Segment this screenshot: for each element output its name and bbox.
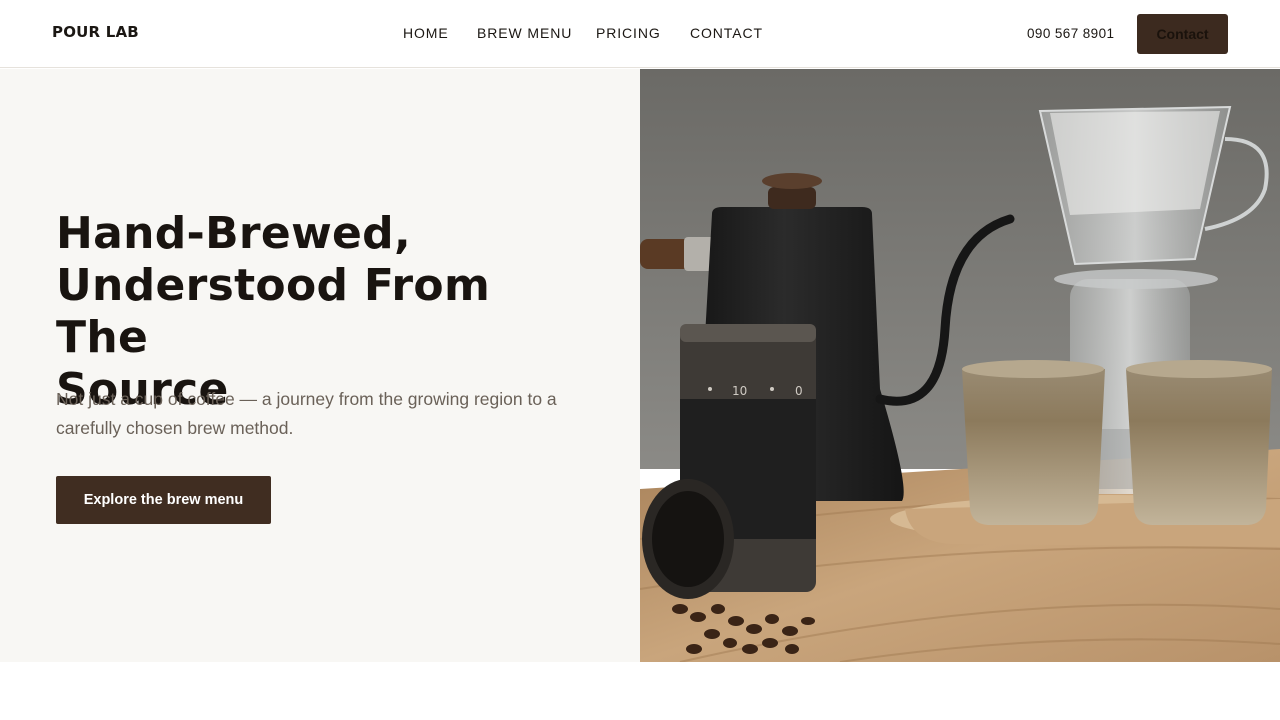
site-header: POUR LAB HOME BREW MENU PRICING CONTACT … — [0, 0, 1280, 68]
headline-line: Hand-Brewed, — [56, 208, 411, 259]
nav-brew-menu[interactable]: BREW MENU — [477, 25, 572, 41]
contact-button[interactable]: Contact — [1137, 14, 1228, 54]
hero-text-panel: Hand-Brewed, Understood From The Source … — [0, 69, 640, 662]
svg-text:10: 10 — [732, 384, 747, 398]
logo[interactable]: POUR LAB — [52, 23, 139, 41]
nav-pricing[interactable]: PRICING — [596, 25, 661, 41]
explore-brew-menu-button[interactable]: Explore the brew menu — [56, 476, 271, 524]
hero-coffee-image: 10 0 — [640, 69, 1280, 662]
nav-home[interactable]: HOME — [403, 25, 449, 41]
hero-subtext: Not just a cup of coffee — a journey fro… — [56, 389, 557, 438]
svg-text:0: 0 — [795, 384, 803, 398]
nav-contact[interactable]: CONTACT — [690, 25, 763, 41]
phone-number[interactable]: 090 567 8901 — [1027, 26, 1114, 41]
headline-line: Understood From The — [56, 260, 491, 363]
